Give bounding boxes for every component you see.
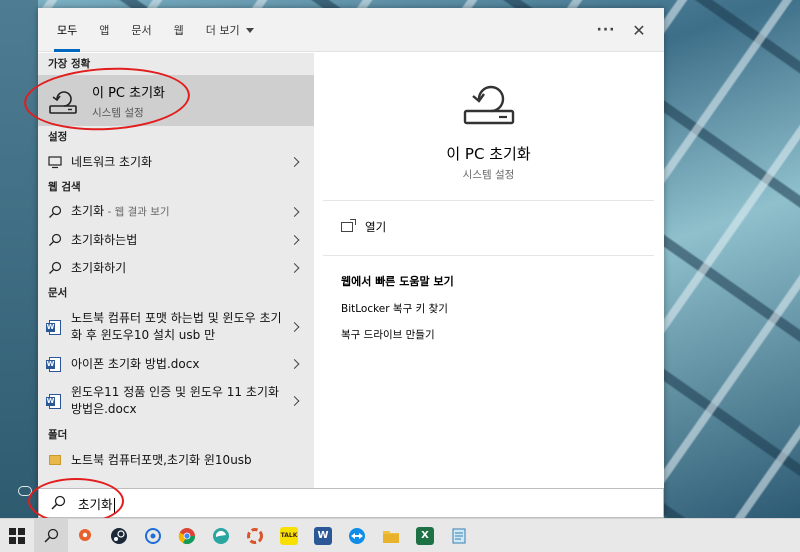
document-item-2[interactable]: 윈도우11 정품 인증 및 윈도우 11 초기화 방법은.docx [38,378,314,424]
open-icon [341,219,356,232]
tab-all-label: 모두 [57,24,78,37]
word-document-icon [46,319,62,335]
windows-start-icon[interactable] [0,519,34,552]
folder-item-label: 노트북 컴퓨터포맷,초기화 윈10usb [71,452,252,467]
photos-icon[interactable] [238,519,272,552]
monitor-icon [48,155,62,169]
section-documents: 문서 [48,287,68,299]
close-button[interactable]: ✕ [627,18,651,42]
search-topbar: 모두 앱 문서 웹 더 보기 ··· ✕ [38,8,664,52]
open-label: 열기 [365,220,387,234]
app-icon[interactable] [136,519,170,552]
file-explorer-icon[interactable] [374,519,408,552]
desktop-left-strip [0,0,38,518]
settings-item-label: 네트워크 초기화 [71,154,153,169]
tab-web[interactable]: 웹 [163,8,195,52]
section-best-match: 가장 정확 [48,58,91,70]
web-item-label: 초기화 [71,204,105,218]
text-cursor [113,497,115,513]
teamviewer-icon[interactable] [340,519,374,552]
chevron-down-icon [245,27,254,33]
help-link-recovery-drive[interactable]: 복구 드라이브 만들기 [341,327,435,342]
search-tabs: 모두 앱 문서 웹 더 보기 [46,8,265,52]
reset-pc-icon [48,86,78,116]
edge-icon[interactable] [204,519,238,552]
taskbar: TALK W X [0,518,800,552]
settings-item-network-reset[interactable]: 네트워크 초기화 [38,148,314,176]
search-input: 초기화 [78,494,115,513]
steam-icon[interactable] [102,519,136,552]
document-item-0[interactable]: 노트북 컴퓨터 포맷 하는법 및 윈도우 초기화 후 윈도우10 설치 usb … [38,304,314,350]
tab-apps-label: 앱 [99,24,110,37]
web-item-label: 초기화하기 [71,260,127,275]
word-document-icon [46,356,62,372]
word-label: W [314,526,332,545]
tab-more[interactable]: 더 보기 [195,8,265,52]
best-match-subtitle: 시스템 설정 [92,106,144,119]
section-folders: 폴더 [48,429,68,441]
tab-all[interactable]: 모두 [46,8,88,52]
detail-subtitle: 시스템 설정 [462,169,515,181]
excel-label: X [416,526,434,545]
best-match-title: 이 PC 초기화 [92,85,166,101]
help-heading: 웹에서 빠른 도움말 보기 [341,275,454,288]
more-options-icon: ··· [596,22,616,38]
detail-header: 이 PC 초기화 시스템 설정 [323,61,654,201]
document-item-1[interactable]: 아이폰 초기화 방법.docx [38,350,314,378]
more-options-button[interactable]: ··· [594,18,618,42]
maps-icon[interactable] [68,519,102,552]
open-action[interactable]: 열기 [341,215,386,239]
folder-item-0[interactable]: 노트북 컴퓨터포맷,초기화 윈10usb [38,446,314,474]
results-list: 가장 정확 이 PC 초기화 시스템 설정 설정 네트워크 초기화 웹 검색 초… [38,53,314,493]
folder-icon [48,453,62,467]
web-item-sub: - 웹 결과 보기 [104,206,170,218]
close-icon: ✕ [632,20,646,40]
kakaotalk-icon[interactable]: TALK [272,519,306,552]
search-panel: 모두 앱 문서 웹 더 보기 ··· ✕ 가장 정확 이 PC 초기화 시스템 … [38,8,664,518]
document-item-label: 노트북 컴퓨터 포맷 하는법 및 윈도우 초기화 후 윈도우10 설치 usb … [71,311,282,342]
kakaotalk-label: TALK [280,526,298,545]
section-web: 웹 검색 [48,181,81,193]
web-item-label: 초기화하는법 [71,232,138,247]
tab-documents-label: 문서 [131,24,152,37]
search-icon [48,205,62,219]
divider [323,255,654,256]
search-icon [48,493,68,513]
tab-web-label: 웹 [173,24,184,37]
search-query: 초기화 [78,496,113,512]
search-icon[interactable] [34,518,68,552]
detail-pane: 이 PC 초기화 시스템 설정 열기 웹에서 빠른 도움말 보기 BitLock… [323,61,654,493]
web-item-2[interactable]: 초기화하기 [38,254,314,282]
web-item-0[interactable]: 초기화 - 웹 결과 보기 [38,198,314,226]
link-icon [18,486,32,496]
document-item-label: 아이폰 초기화 방법.docx [71,356,200,371]
word-document-icon [46,393,62,409]
reset-pc-icon [461,77,517,127]
tab-documents[interactable]: 문서 [120,8,162,52]
word-icon[interactable]: W [306,519,340,552]
best-match-item[interactable]: 이 PC 초기화 시스템 설정 [38,75,314,126]
excel-icon[interactable]: X [408,519,442,552]
tab-apps[interactable]: 앱 [88,8,120,52]
detail-title: 이 PC 초기화 [446,145,531,163]
notepad-icon[interactable] [442,519,476,552]
tab-more-label: 더 보기 [205,24,240,37]
search-icon [48,233,62,247]
help-link-bitlocker[interactable]: BitLocker 복구 키 찾기 [341,301,448,316]
section-settings: 설정 [48,131,68,143]
search-icon [48,261,62,275]
web-item-1[interactable]: 초기화하는법 [38,226,314,254]
document-item-label: 윈도우11 정품 인증 및 윈도우 11 초기화 방법은.docx [71,385,279,416]
chrome-icon[interactable] [170,519,204,552]
search-box[interactable]: 초기화 [38,488,664,518]
